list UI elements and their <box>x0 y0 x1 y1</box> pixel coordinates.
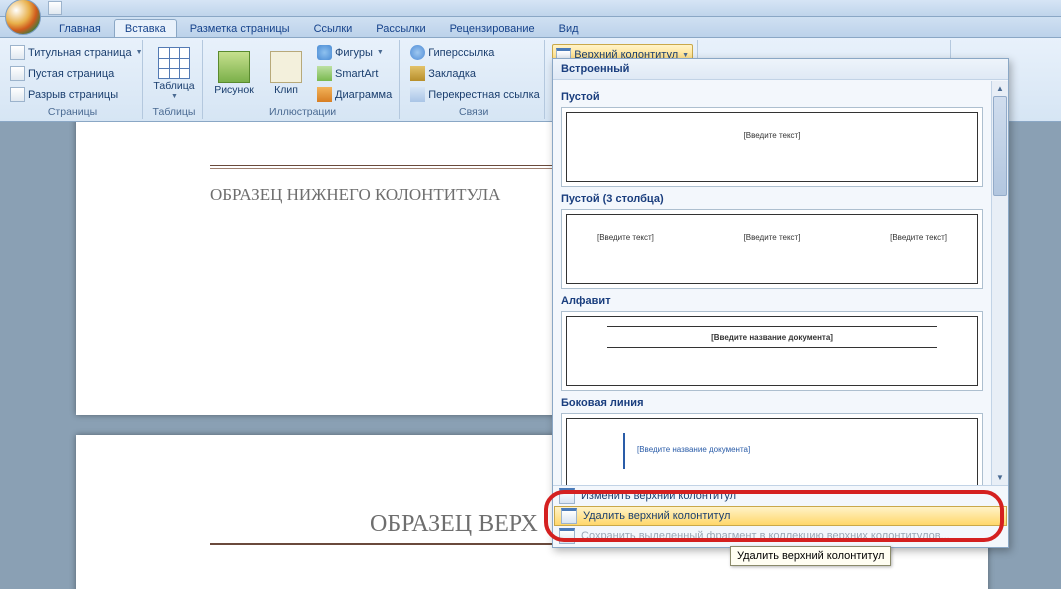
clip-icon <box>270 51 302 83</box>
rule <box>607 326 937 327</box>
page-icon <box>10 45 25 60</box>
table-icon <box>158 47 190 79</box>
hyperlink-icon <box>410 45 425 60</box>
crossref-button[interactable]: Перекрестная ссылка <box>407 85 543 105</box>
group-illus-label: Иллюстрации <box>210 105 395 119</box>
tab-mailings[interactable]: Рассылки <box>365 19 436 37</box>
edit-header-label: Изменить верхний колонтитул <box>581 490 736 502</box>
header-edit-icon <box>559 488 575 504</box>
clip-label: Клип <box>274 85 298 96</box>
quick-access-toolbar[interactable] <box>48 1 62 15</box>
group-pages-label: Страницы <box>7 105 138 119</box>
bookmark-label: Закладка <box>428 68 476 80</box>
tab-pagelayout[interactable]: Разметка страницы <box>179 19 301 37</box>
tab-insert[interactable]: Вставка <box>114 19 177 37</box>
group-tables-label: Таблицы <box>150 105 198 119</box>
cover-page-label: Титульная страница <box>28 47 132 59</box>
chevron-down-icon: ▼ <box>171 93 178 100</box>
save-selection-label: Сохранить выделенный фрагмент в коллекци… <box>581 530 950 542</box>
tab-review[interactable]: Рецензирование <box>439 19 546 37</box>
tab-view[interactable]: Вид <box>548 19 590 37</box>
group-pages: Титульная страница ▼ Пустая страница Разр… <box>3 40 143 119</box>
chart-icon <box>317 87 332 102</box>
gallery-item-blank[interactable]: [Введите текст] <box>561 107 983 187</box>
delete-header-menuitem[interactable]: Удалить верхний колонтитул <box>554 506 1007 526</box>
gallery-item-sideline[interactable]: [Введите название документа] <box>561 413 983 485</box>
footer-sample-text: ОБРАЗЕЦ НИЖНЕГО КОЛОНТИТУЛА <box>210 185 500 205</box>
header-sample-text: ОБРАЗЕЦ ВЕРХ <box>370 511 538 538</box>
chevron-down-icon: ▼ <box>136 49 143 56</box>
smartart-label: SmartArt <box>335 68 378 80</box>
bookmark-icon <box>410 66 425 81</box>
gallery-item-blank3[interactable]: [Введите текст] [Введите текст] [Введите… <box>561 209 983 289</box>
page-icon <box>10 87 25 102</box>
scroll-up-icon[interactable]: ▲ <box>992 81 1008 96</box>
cover-page-button[interactable]: Титульная страница ▼ <box>7 43 146 63</box>
scroll-down-icon[interactable]: ▼ <box>992 470 1008 485</box>
group-illustrations: Рисунок Клип Фигуры▼ SmartArt Диаграмма … <box>206 40 400 119</box>
tab-references[interactable]: Ссылки <box>303 19 364 37</box>
smartart-icon <box>317 66 332 81</box>
shapes-label: Фигуры <box>335 47 373 59</box>
blank-page-button[interactable]: Пустая страница <box>7 64 146 84</box>
gallery-scrollbar[interactable]: ▲ ▼ <box>991 81 1008 485</box>
gallery-body: Пустой [Введите текст] Пустой (3 столбца… <box>553 81 991 485</box>
page-break-button[interactable]: Разрыв страницы <box>7 85 146 105</box>
gallery-item-alphabet[interactable]: [Введите название документа] <box>561 311 983 391</box>
window-titlebar <box>0 0 1061 17</box>
smartart-button[interactable]: SmartArt <box>314 64 395 84</box>
placeholder-text: [Введите текст] <box>744 233 801 242</box>
group-links: Гиперссылка Закладка Перекрестная ссылка… <box>403 40 545 119</box>
group-tables: Таблица ▼ Таблицы <box>146 40 203 119</box>
rule <box>607 347 937 348</box>
placeholder-text: [Введите название документа] <box>711 333 833 342</box>
chart-label: Диаграмма <box>335 89 392 101</box>
crossref-label: Перекрестная ссылка <box>428 89 540 101</box>
gallery-section-sideline: Боковая линия <box>561 397 983 409</box>
shapes-button[interactable]: Фигуры ▼ <box>314 43 395 63</box>
scroll-thumb[interactable] <box>993 96 1007 196</box>
gallery-footer-menu: Изменить верхний колонтитул Удалить верх… <box>553 485 1008 547</box>
edit-header-menuitem[interactable]: Изменить верхний колонтитул <box>553 486 1008 506</box>
crossref-icon <box>410 87 425 102</box>
save-selection-menuitem: Сохранить выделенный фрагмент в коллекци… <box>553 526 1008 546</box>
header-gallery-dropdown: Встроенный Пустой [Введите текст] Пустой… <box>552 58 1009 548</box>
header-delete-icon <box>561 508 577 524</box>
picture-button[interactable]: Рисунок <box>210 51 258 96</box>
office-button[interactable] <box>5 0 41 35</box>
shapes-icon <box>317 45 332 60</box>
picture-label: Рисунок <box>214 85 254 96</box>
picture-icon <box>218 51 250 83</box>
ribbon-tabs: Главная Вставка Разметка страницы Ссылки… <box>0 17 1061 38</box>
placeholder-text: [Введите название документа] <box>637 445 750 454</box>
gallery-section-alphabet: Алфавит <box>561 295 983 307</box>
delete-header-label: Удалить верхний колонтитул <box>583 510 730 522</box>
placeholder-text: [Введите текст] <box>890 233 947 242</box>
page-icon <box>10 66 25 81</box>
gallery-section-blank3: Пустой (3 столбца) <box>561 193 983 205</box>
chart-button[interactable]: Диаграмма <box>314 85 395 105</box>
save-icon[interactable] <box>48 1 62 15</box>
group-links-label: Связи <box>407 105 540 119</box>
clip-button[interactable]: Клип <box>262 51 310 96</box>
blank-page-label: Пустая страница <box>28 68 114 80</box>
bookmark-button[interactable]: Закладка <box>407 64 543 84</box>
tooltip: Удалить верхний колонтитул <box>730 546 891 566</box>
header-save-icon <box>559 528 575 544</box>
hyperlink-label: Гиперссылка <box>428 47 494 59</box>
hyperlink-button[interactable]: Гиперссылка <box>407 43 543 63</box>
chevron-down-icon: ▼ <box>377 49 384 56</box>
gallery-heading: Встроенный <box>553 59 1008 80</box>
page-break-label: Разрыв страницы <box>28 89 118 101</box>
tab-home[interactable]: Главная <box>48 19 112 37</box>
placeholder-text: [Введите текст] <box>597 233 654 242</box>
table-button[interactable]: Таблица ▼ <box>150 47 198 99</box>
gallery-section-blank: Пустой <box>561 91 983 103</box>
placeholder-text: [Введите текст] <box>744 131 801 140</box>
side-bar <box>623 433 625 469</box>
table-label: Таблица <box>153 81 194 92</box>
